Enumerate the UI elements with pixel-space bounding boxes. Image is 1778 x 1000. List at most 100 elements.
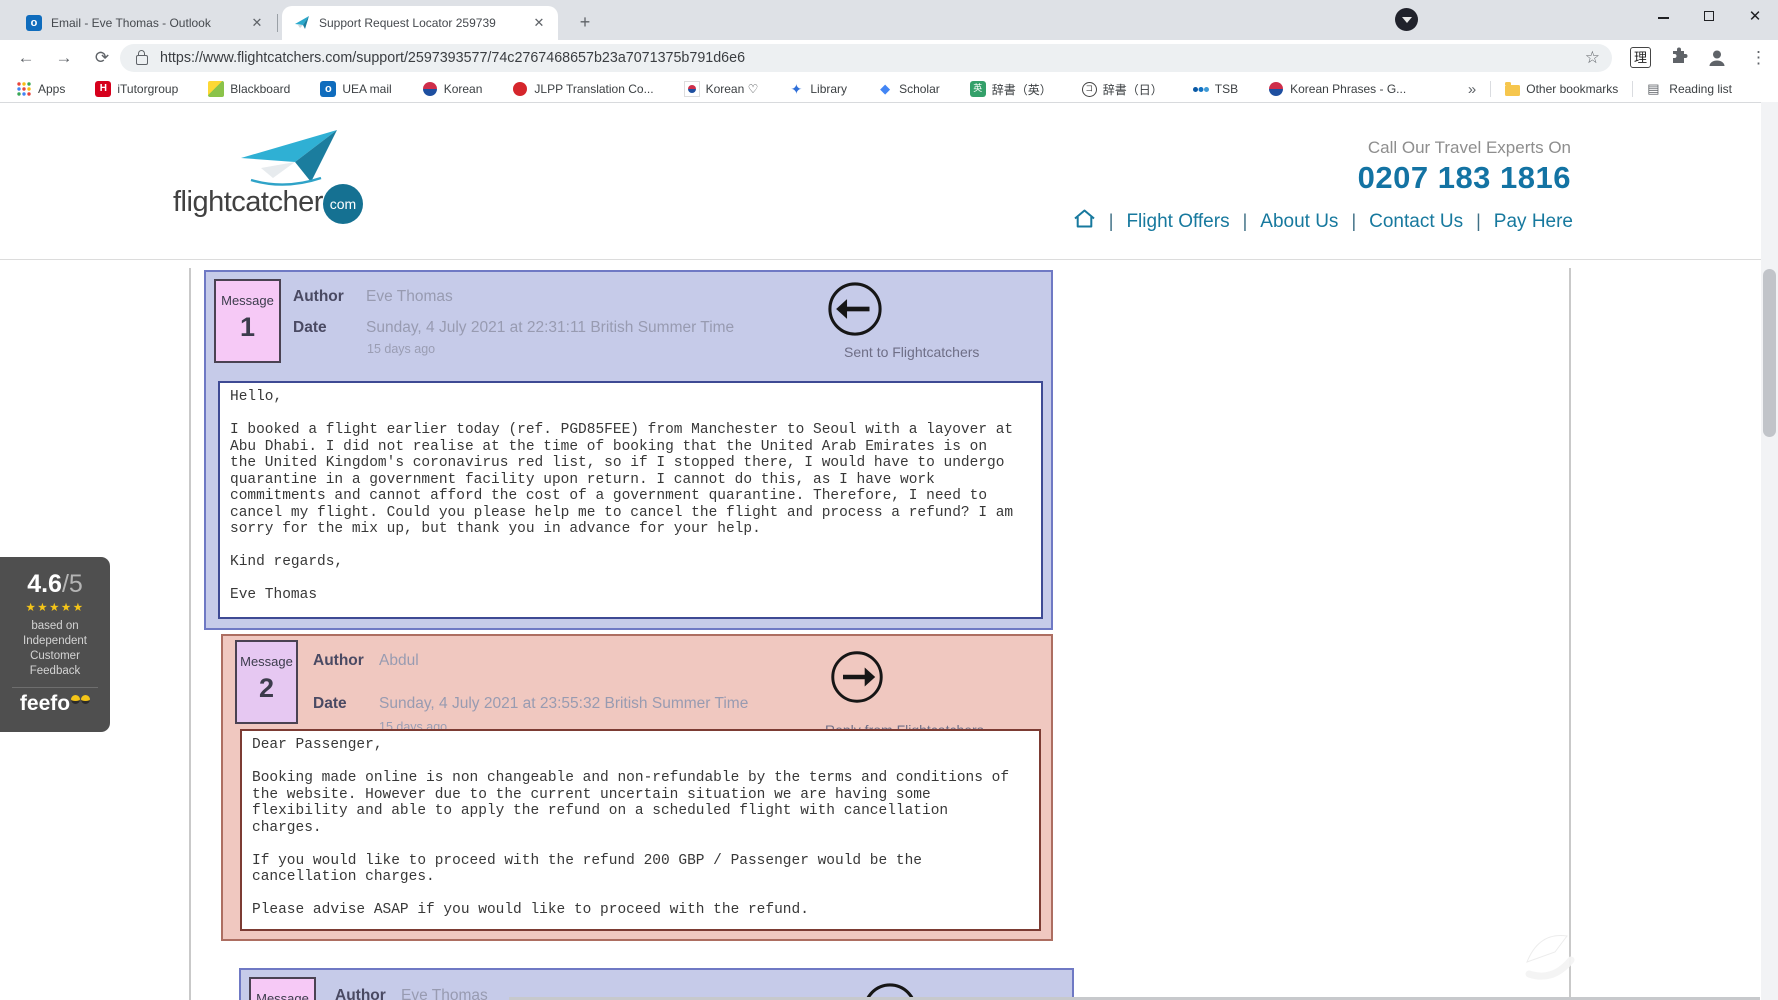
bookmark-star-icon[interactable]: ☆ [1585,48,1600,68]
author-label: Author [335,987,386,1000]
bookmark-dictionary-jp[interactable]: 辞書（日） [1081,81,1163,98]
message-number-badge: Message 1 [214,279,281,363]
feefo-caption: Independent [23,635,87,647]
window-close-button[interactable]: ✕ [1732,0,1778,34]
taegeuk-icon [1269,82,1284,96]
bookmark-dictionary-en[interactable]: 辞書（英） [969,81,1052,98]
scrollbar-thumb[interactable] [1763,269,1776,437]
kanji-extension-icon[interactable] [1630,47,1651,68]
message-body: Dear Passenger, Booking made online is n… [240,729,1041,931]
author-label: Author [313,652,364,669]
feefo-logo: feefo [20,692,91,716]
bookmark-itutorgroup[interactable]: iTutorgroup [95,81,178,97]
nav-contact-us[interactable]: Contact Us [1369,211,1463,233]
nav-separator: | [1242,211,1248,231]
bookmark-tsb[interactable]: TSB [1192,81,1238,97]
pencil-icon [208,81,225,97]
paper-plane-icon [294,15,310,31]
close-icon[interactable]: ✕ [530,14,548,32]
tab-title: Support Request Locator 259739 [319,16,522,30]
other-bookmarks-button[interactable]: Other bookmarks [1505,82,1618,96]
bookmark-uea-mail[interactable]: UEA mail [320,81,392,97]
date-label: Date [293,319,327,336]
content-border-left [189,268,191,1000]
divider [1632,81,1634,97]
profile-avatar-icon[interactable] [1706,47,1728,74]
vertical-scrollbar[interactable] [1761,102,1778,1000]
red-circle-icon [513,82,528,96]
folder-icon [1505,82,1521,96]
forward-button[interactable]: → [50,44,78,72]
arrow-right-icon [829,649,885,710]
message-number-badge: Message 2 [235,640,298,724]
bookmark-korean-phrases[interactable]: Korean Phrases - G... [1268,81,1406,97]
url-text[interactable]: https://www.flightcatchers.com/support/2… [160,50,1575,66]
itutorgroup-icon [95,81,112,97]
media-control-icon[interactable] [1395,8,1418,31]
logo-tld-badge: com [323,184,363,224]
message-1: Message 1 Author Eve Thomas Date Sunday,… [204,270,1053,630]
content-border-right [1569,268,1571,1000]
minimize-button[interactable] [1640,0,1686,34]
date-value: Sunday, 4 July 2021 at 22:31:11 British … [366,319,735,336]
extensions-puzzle-icon[interactable] [1670,47,1689,71]
tab-outlook[interactable]: Email - Eve Thomas - Outlook ✕ [14,6,276,40]
home-icon[interactable] [1073,208,1096,235]
author-value: Eve Thomas [366,288,453,305]
bookmark-scholar[interactable]: Scholar [877,81,940,97]
arrow-left-icon [826,280,884,343]
divider [1490,81,1492,97]
relative-time: 15 days ago [367,342,436,356]
site-nav: | Flight Offers | About Us | Contact Us … [1073,208,1573,235]
browser-menu-icon[interactable] [1750,47,1767,69]
bookmark-korean[interactable]: Korean [422,81,482,97]
tab-title: Email - Eve Thomas - Outlook [51,16,240,30]
maximize-button[interactable] [1686,0,1732,34]
tab-separator [277,14,278,32]
tab-support-request[interactable]: Support Request Locator 259739 ✕ [282,6,558,40]
reading-list-button[interactable]: Reading list [1647,81,1732,97]
feefo-eye-icon [71,695,81,704]
flightcatchers-logo[interactable]: flightcatchers com [165,128,405,238]
nav-about-us[interactable]: About Us [1260,211,1338,233]
call-experts-text: Call Our Travel Experts On [1367,138,1571,157]
new-tab-button[interactable]: + [572,10,598,36]
taegeuk-icon [422,82,437,96]
circle-j-icon [1081,81,1097,97]
korea-flag-icon [683,81,700,97]
feefo-caption: based on [31,620,79,632]
paper-plane-icon [223,128,351,191]
feefo-rating-badge[interactable]: 4.6/5 ★★★★★ based on Independent Custome… [0,557,110,732]
three-dots-icon [1192,81,1209,97]
outlook-icon [320,81,337,97]
nav-flight-offers[interactable]: Flight Offers [1126,211,1229,233]
feefo-eye-icon [81,695,91,704]
green-dictionary-icon [969,81,986,97]
page-content: flightcatchers com Call Our Travel Exper… [0,104,1778,1000]
address-bar[interactable]: https://www.flightcatchers.com/support/2… [120,44,1612,72]
author-label: Author [293,288,344,305]
bookmark-apps[interactable]: Apps [16,81,65,97]
sparkle-icon [788,81,804,97]
bookmarks-overflow-chevron[interactable]: » [1468,81,1476,98]
bookmark-jlpp[interactable]: JLPP Translation Co... [512,81,654,97]
bookmarks-bar: Apps iTutorgroup Blackboard UEA mail Kor… [0,76,1778,103]
nav-separator: | [1351,211,1357,231]
apps-grid-icon [16,81,32,97]
message-body: Hello, I booked a flight earlier today (… [218,381,1043,619]
bookmark-korean-heart[interactable]: Korean ♡ [683,81,758,97]
bookmark-blackboard[interactable]: Blackboard [208,81,290,97]
direction-label: Sent to Flightcatchers [844,344,980,360]
nav-pay-here[interactable]: Pay Here [1494,211,1573,233]
refresh-button[interactable]: ⟳ [88,44,116,72]
date-label: Date [313,695,347,712]
message-3: Message Author Eve Thomas [239,968,1074,1000]
close-icon[interactable]: ✕ [248,14,266,32]
back-button[interactable]: ← [12,44,40,72]
nav-separator: | [1108,211,1114,231]
bookmark-library[interactable]: Library [788,81,847,97]
phone-number: 0207 183 1816 [1357,160,1571,195]
watermark-overlay [1519,922,1579,988]
lock-icon[interactable] [136,49,148,65]
rating-score: 4.6/5 [27,570,83,598]
